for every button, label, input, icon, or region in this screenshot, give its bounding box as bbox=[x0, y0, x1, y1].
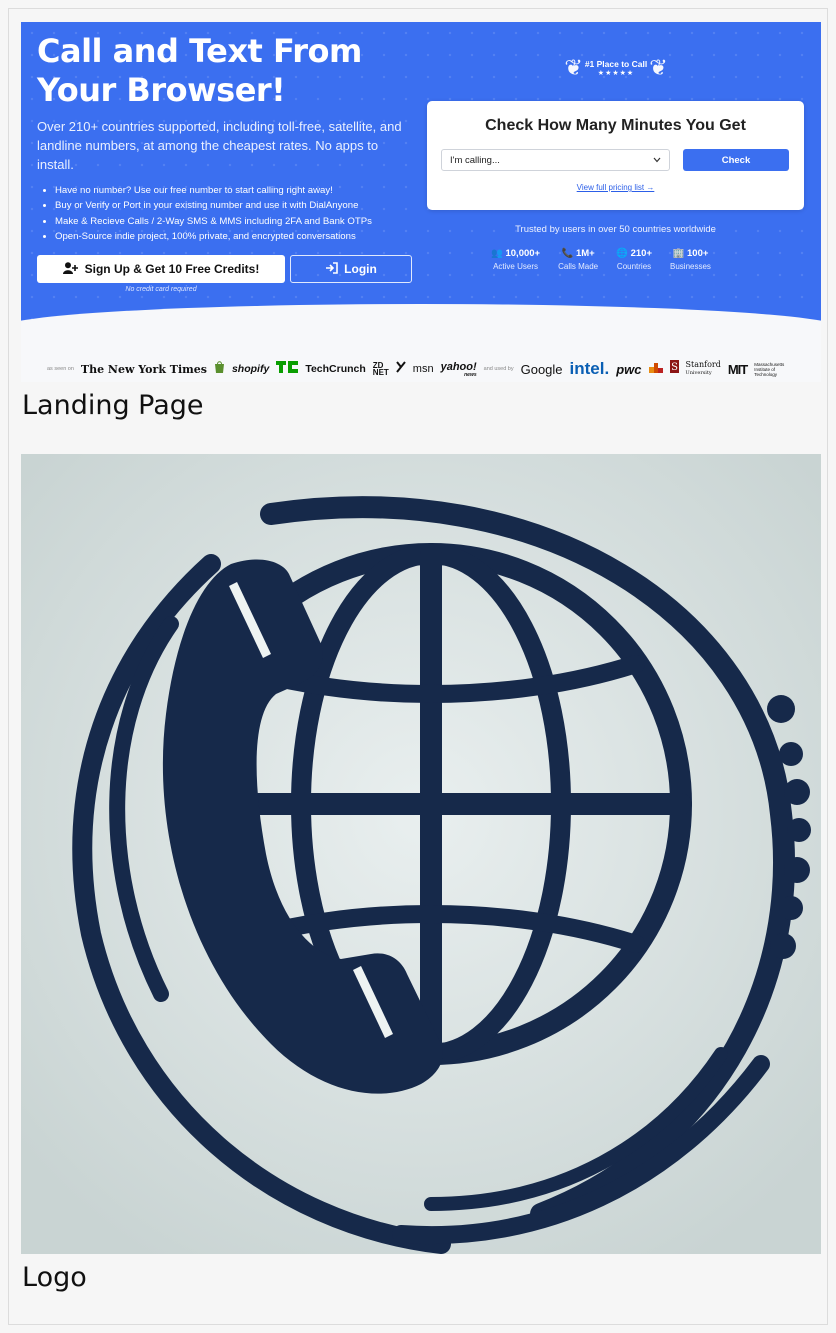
mit-subtitle: Massachusetts Institute of Technology bbox=[754, 361, 785, 377]
signup-label: Sign Up & Get 10 Free Credits! bbox=[84, 262, 260, 276]
laurel-left-icon: ❦ bbox=[564, 55, 583, 80]
msn-logo: msn bbox=[412, 363, 434, 375]
login-button[interactable]: Login bbox=[290, 255, 412, 283]
card-title: Check How Many Minutes You Get bbox=[485, 117, 746, 134]
used-by-label: and used by bbox=[483, 366, 514, 372]
stat-label: Calls Made bbox=[558, 262, 599, 271]
yahoo-sub: news bbox=[464, 372, 477, 378]
press-logos-row: as seen on The New York Times shopify Te… bbox=[47, 358, 807, 380]
zdnet-logo: ZD NET bbox=[372, 362, 389, 377]
globe-icon: 🌐 bbox=[616, 248, 628, 259]
globe-phone-logo-icon bbox=[21, 454, 821, 1254]
shopify-bag-icon bbox=[214, 360, 225, 378]
intel-logo: intel. bbox=[569, 359, 610, 378]
stanford-logo: Stanford University bbox=[686, 361, 721, 377]
stat-calls-made: 📞 1M+ Calls Made bbox=[558, 248, 598, 271]
zdnet-bottom: NET bbox=[372, 368, 389, 377]
google-logo: Google bbox=[520, 361, 563, 377]
sign-in-icon bbox=[325, 261, 338, 277]
hero-wave-divider bbox=[21, 304, 821, 364]
users-icon: 👥 bbox=[491, 248, 503, 259]
logo-caption: Logo bbox=[22, 1262, 87, 1293]
trusted-text: Trusted by users in over 50 countries wo… bbox=[515, 224, 716, 235]
minutes-check-card: Check How Many Minutes You Get I'm calli… bbox=[427, 101, 804, 210]
feature-item: Make & Recieve Calls / 2-Way SMS & MMS i… bbox=[55, 214, 435, 229]
check-button[interactable]: Check bbox=[683, 149, 789, 171]
phone-icon: 📞 bbox=[561, 248, 574, 259]
stanford-sub: University bbox=[685, 370, 712, 376]
landing-page-caption: Landing Page bbox=[22, 390, 204, 421]
stanford-word: Stanford bbox=[685, 360, 721, 369]
stat-countries: 🌐 210+ Countries bbox=[616, 248, 652, 271]
login-label: Login bbox=[344, 262, 377, 276]
stat-label: Countries bbox=[616, 262, 652, 271]
feature-item: Have no number? Use our free number to s… bbox=[55, 183, 435, 198]
rank-badge: ❦ #1 Place to Call ★★★★★ ❦ bbox=[561, 50, 671, 86]
stat-label: Businesses bbox=[670, 262, 711, 271]
techcrunch-mark-icon bbox=[276, 360, 299, 378]
nyt-logo: The New York Times bbox=[80, 362, 207, 376]
svg-text:S: S bbox=[671, 362, 678, 373]
pwc-logo: pwc bbox=[616, 361, 642, 377]
stat-businesses: 🏢 100+ Businesses bbox=[670, 248, 711, 271]
stat-value: 10,000+ bbox=[505, 248, 541, 259]
laurel-right-icon: ❦ bbox=[649, 55, 668, 80]
feature-list: Have no number? Use our free number to s… bbox=[45, 183, 435, 245]
badge-stars: ★★★★★ bbox=[597, 70, 635, 77]
mit-logo: MIT bbox=[727, 361, 748, 377]
landing-page-screenshot: Call and Text From Your Browser! Over 21… bbox=[21, 22, 821, 382]
pricing-list-link[interactable]: View full pricing list → bbox=[427, 183, 804, 192]
building-icon: 🏢 bbox=[672, 248, 685, 259]
stat-value: 210+ bbox=[630, 248, 652, 259]
signup-button[interactable]: Sign Up & Get 10 Free Credits! bbox=[37, 255, 285, 283]
feature-item: Open-Source indie project, 100% private,… bbox=[55, 229, 435, 244]
hero-title: Call and Text From Your Browser! bbox=[37, 32, 362, 109]
stat-active-users: 👥 10,000+ Active Users bbox=[491, 248, 540, 271]
shopify-logo: shopify bbox=[231, 363, 270, 375]
hero-subtitle: Over 210+ countries supported, including… bbox=[37, 119, 402, 172]
seen-on-label: as seen on bbox=[47, 366, 74, 372]
stat-value: 1M+ bbox=[575, 248, 595, 259]
feature-item: Buy or Verify or Port in your existing n… bbox=[55, 198, 435, 213]
techcrunch-logo: TechCrunch bbox=[305, 363, 366, 375]
country-select[interactable]: I'm calling... bbox=[441, 149, 670, 171]
no-credit-card-note: No credit card required bbox=[125, 286, 197, 293]
country-select-value: I'm calling... bbox=[450, 154, 500, 166]
stanford-s-icon: S bbox=[669, 360, 679, 378]
stat-value: 100+ bbox=[687, 248, 709, 259]
chevron-down-icon bbox=[653, 155, 661, 166]
badge-title: #1 Place to Call bbox=[584, 59, 648, 69]
msn-butterfly-icon bbox=[396, 360, 406, 378]
stat-label: Active Users bbox=[493, 262, 538, 271]
stats-row: 👥 10,000+ Active Users 📞 1M+ Calls Made … bbox=[491, 248, 711, 271]
logo-image bbox=[21, 454, 821, 1254]
yahoo-logo: yahoo! news bbox=[441, 361, 477, 378]
pwc-blocks-icon bbox=[648, 360, 663, 378]
user-plus-icon bbox=[62, 261, 79, 277]
